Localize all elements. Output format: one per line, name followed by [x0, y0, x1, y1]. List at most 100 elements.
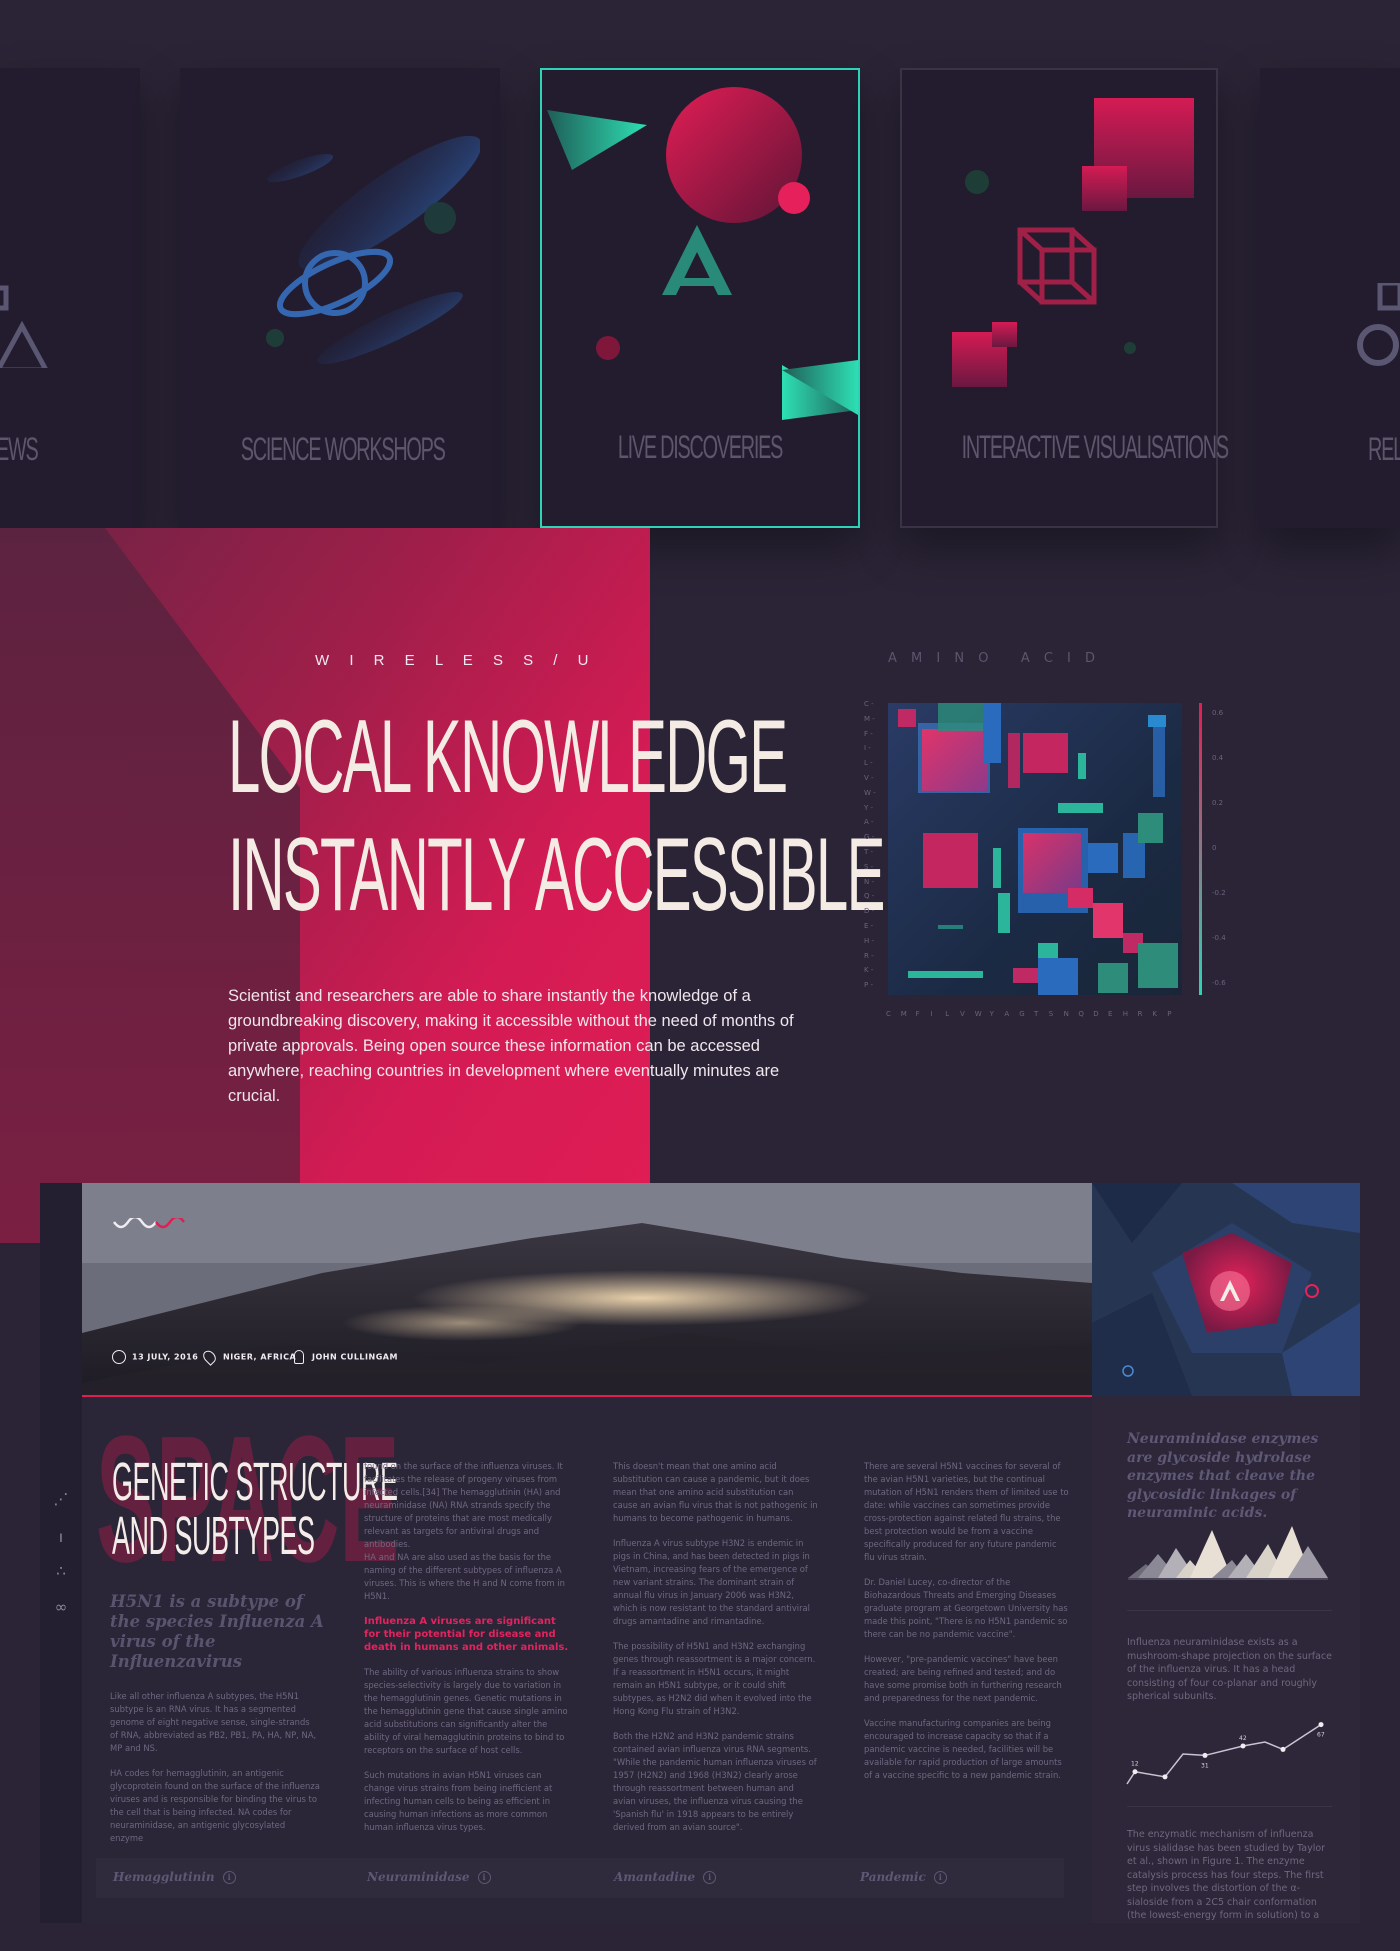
card-live-discoveries[interactable]: LIVE DISCOVERIES	[540, 68, 860, 528]
hero-eyebrow: W I R E L E S S / U	[315, 652, 597, 669]
amino-x-tick: W	[974, 1010, 982, 1018]
article-subtitle: H5N1 is a subtype of the species Influen…	[110, 1592, 324, 1671]
user-icon	[294, 1350, 304, 1364]
amino-scale-tick: -0.4	[1212, 934, 1226, 942]
card-news[interactable]: EWS	[0, 68, 140, 528]
card-label: REL	[1368, 431, 1400, 467]
amino-y-tick: R -	[864, 951, 874, 960]
meta-date: 13 JULY, 2016	[112, 1350, 198, 1364]
amino-x-tick: Y	[989, 1010, 994, 1018]
card-label: EWS	[0, 431, 39, 467]
line-point[interactable]	[1132, 1769, 1138, 1775]
amino-x-tick: F	[915, 1010, 920, 1018]
mountain-art	[82, 1183, 1092, 1396]
line-point[interactable]	[1240, 1743, 1246, 1749]
side-paragraph-1: Influenza neuraminidase exists as a mush…	[1127, 1637, 1332, 1702]
side-divider-2	[1127, 1806, 1332, 1807]
line-point[interactable]	[1162, 1774, 1168, 1780]
amino-y-tick: S -	[864, 862, 874, 871]
card-interactive-visualisations[interactable]: INTERACTIVE VISUALISATIONS	[900, 68, 1229, 528]
amino-x-tick: R	[1137, 1010, 1143, 1018]
headline-line-2: INSTANTLY ACCESSIBLE	[228, 817, 885, 933]
amino-x-tick: T	[1034, 1010, 1039, 1018]
info-icon[interactable]: i	[222, 1871, 236, 1884]
amino-y-tick: A -	[864, 818, 874, 827]
info-icon[interactable]: i	[703, 1871, 717, 1884]
amino-scale-tick: -0.6	[1212, 979, 1226, 987]
amino-y-tick: T -	[864, 848, 874, 856]
amino-x-tick: A	[1004, 1010, 1010, 1018]
amino-scale-tick: -0.2	[1212, 889, 1226, 897]
line-point[interactable]	[1318, 1722, 1324, 1728]
nodes-icon[interactable]: ∴	[50, 1562, 72, 1584]
amino-y-tick: D -	[864, 907, 875, 916]
amino-y-tick: K -	[864, 966, 874, 975]
peaks-chart	[1128, 1526, 1328, 1580]
amino-x-tick: I	[930, 1010, 933, 1018]
article-column-1: Like all other influenza A subtypes, the…	[110, 1691, 320, 1843]
amino-y-tick: N -	[864, 877, 874, 886]
glossary-hemagglutinin[interactable]: Hemagglutinin i	[113, 1870, 236, 1884]
line-point-label: 42	[1239, 1735, 1247, 1742]
amino-y-tick: G -	[864, 833, 875, 842]
article-column-2: found on the surface of the influenza vi…	[364, 1461, 569, 1832]
info-icon[interactable]: i	[477, 1871, 491, 1884]
side-paragraph-2: The enzymatic mechanism of influenza vir…	[1127, 1829, 1326, 1921]
amino-x-tick: P	[1167, 1010, 1172, 1018]
amino-y-tick: H -	[864, 936, 875, 945]
amino-x-tick: C	[886, 1010, 891, 1018]
meta-location: NIGER, AFRICA	[200, 1348, 296, 1366]
amino-x-tick: G	[1019, 1010, 1025, 1018]
amino-heatmap[interactable]	[888, 703, 1182, 995]
line-point[interactable]	[1202, 1752, 1208, 1758]
amino-y-tick: Y -	[864, 803, 874, 812]
info-icon[interactable]: i	[933, 1871, 947, 1884]
amino-x-tick: D	[1093, 1010, 1099, 1018]
line-point-label: 31	[1201, 1762, 1209, 1769]
glossary-neuraminidase[interactable]: Neuraminidase i	[367, 1870, 491, 1884]
line-point-label: 12	[1131, 1761, 1139, 1768]
card-releases[interactable]: REL	[1260, 68, 1400, 528]
amino-y-tick: Q -	[864, 892, 875, 901]
clock-icon	[112, 1350, 126, 1364]
info-cursor-icon[interactable]: ı	[50, 1528, 72, 1550]
meta-author: JOHN CULLINGAM	[294, 1350, 398, 1364]
amino-y-tick: M -	[864, 714, 875, 723]
card-science-workshops[interactable]: SCIENCE WORKSHOPS	[180, 68, 500, 528]
amino-y-tick: C -	[864, 700, 874, 708]
amino-scale-tick: 0.6	[1212, 709, 1224, 717]
amino-y-tick: P -	[864, 981, 873, 990]
amino-x-tick: M	[900, 1010, 907, 1018]
amino-scale-tick: 0.2	[1212, 799, 1224, 807]
amino-x-tick: S	[1048, 1010, 1054, 1018]
glossary-pandemic[interactable]: Pandemic i	[860, 1870, 947, 1884]
amino-x-tick: L	[945, 1010, 950, 1018]
amino-y-tick: F -	[864, 729, 873, 738]
link-icon[interactable]: ∞	[50, 1598, 72, 1620]
share-network-icon[interactable]: ⋰	[50, 1490, 72, 1512]
planet-icon	[266, 135, 480, 365]
line-point-label: 67	[1317, 1732, 1325, 1739]
amino-x-tick: E	[1108, 1010, 1113, 1018]
wave-logo-icon	[113, 1218, 185, 1229]
amino-y-tick: L -	[864, 759, 873, 768]
amino-y-tick: I -	[864, 744, 871, 753]
amino-x-tick: H	[1122, 1010, 1129, 1018]
amino-scale-bar	[1199, 703, 1202, 995]
amino-y-tick: V -	[864, 774, 874, 782]
line-point[interactable]	[1280, 1746, 1286, 1752]
location-pin-icon	[200, 1348, 219, 1366]
side-line-chart[interactable]: 12 31 42 67	[1125, 1712, 1335, 1792]
side-quote: Neuraminidase enzymes are glycoside hydr…	[1127, 1431, 1319, 1521]
headline-line-1: LOCAL KNOWLEDGE	[228, 699, 788, 815]
glossary-amantadine[interactable]: Amantadine i	[614, 1870, 717, 1884]
amino-y-tick: E -	[864, 922, 874, 930]
amino-scale-tick: 0	[1212, 844, 1217, 852]
amino-x-tick: N	[1063, 1010, 1069, 1018]
logo-a-icon	[662, 225, 732, 295]
hero-headline: LOCAL KNOWLEDGE INSTANTLY ACCESSIBLE	[228, 698, 885, 934]
circle-icon	[1357, 283, 1400, 366]
article-column-3: This doesn't mean that one amino acid su…	[613, 1461, 818, 1832]
card-label: SCIENCE WORKSHOPS	[240, 431, 446, 467]
triangle-icon	[0, 285, 48, 368]
